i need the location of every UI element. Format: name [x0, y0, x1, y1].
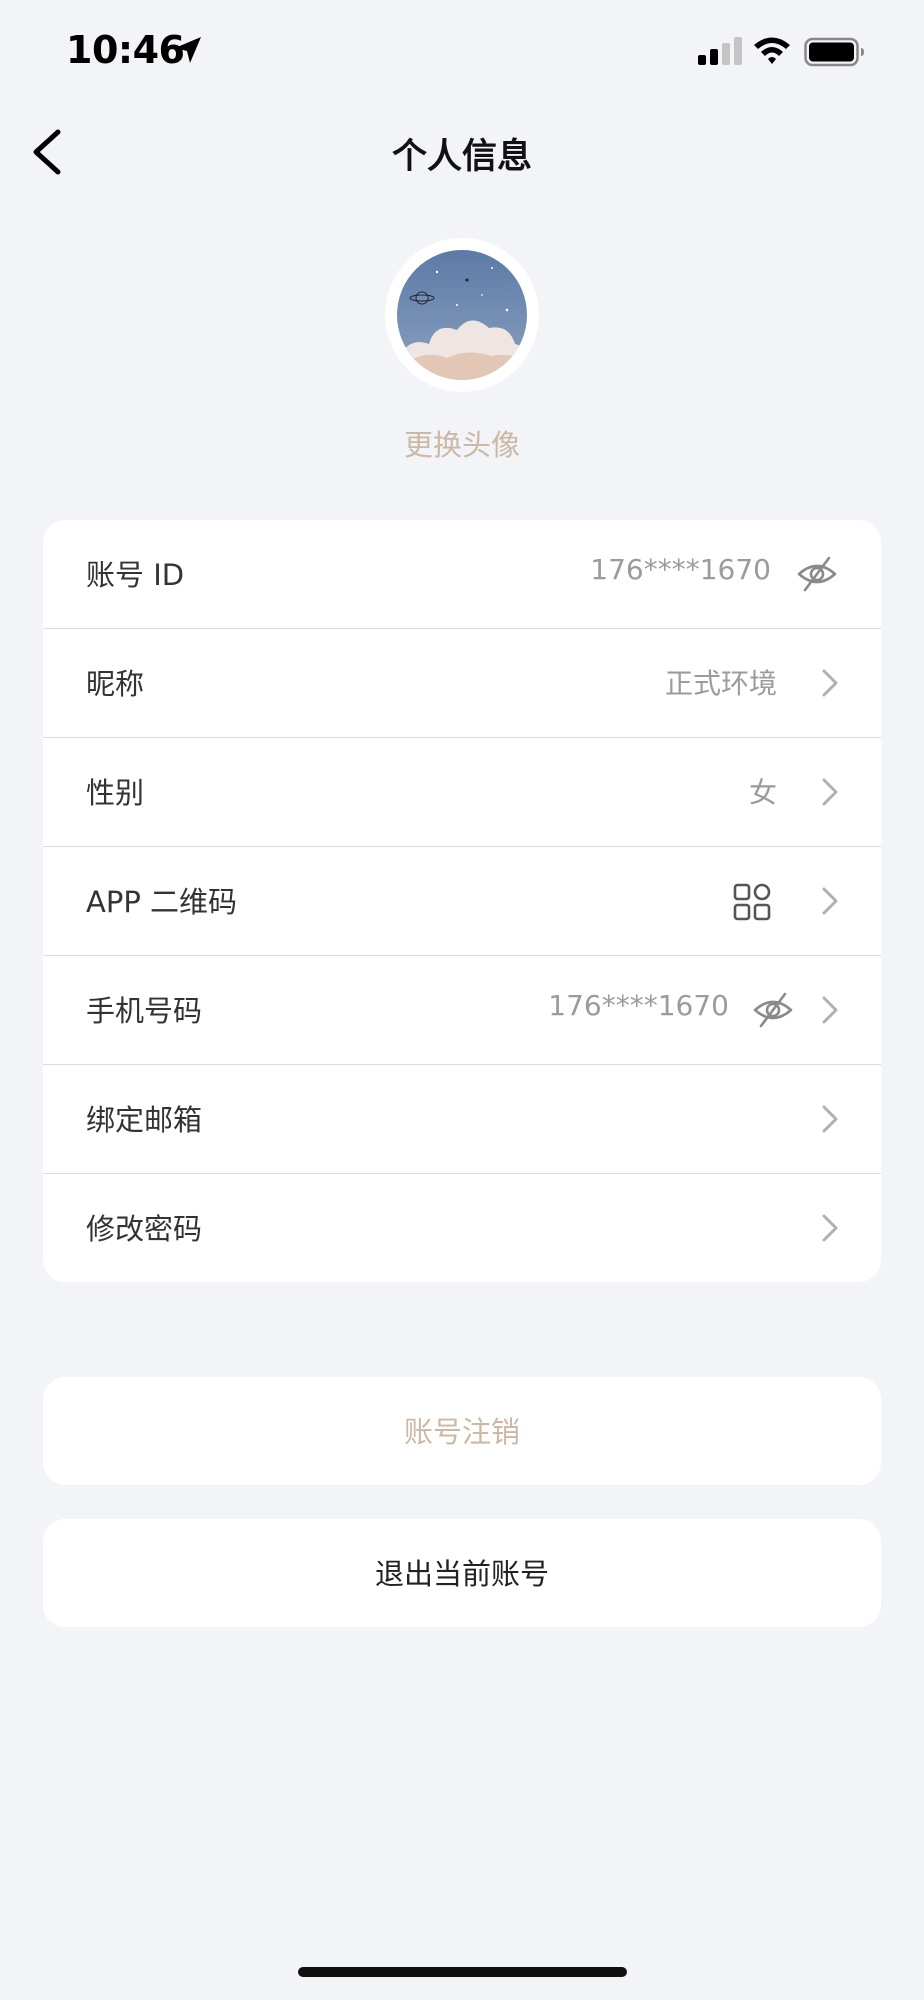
- row-change-password[interactable]: 修改密码: [43, 1174, 881, 1282]
- row-app-qr-code[interactable]: APP 二维码: [43, 847, 881, 956]
- cellular-signal-icon: [698, 37, 742, 65]
- row-bind-email[interactable]: 绑定邮箱: [43, 1065, 881, 1174]
- avatar[interactable]: [385, 238, 539, 392]
- deactivate-account-button[interactable]: 账号注销: [43, 1377, 881, 1485]
- account-id-value: 176****1670: [590, 553, 771, 586]
- profile-info-card: 账号 ID 176****1670 昵称 正式环境 性别 女 APP 二维码 手…: [43, 520, 881, 1282]
- home-indicator: [298, 1967, 627, 1977]
- avatar-image: [397, 250, 527, 380]
- phone-number-value: 176****1670: [548, 989, 729, 1022]
- row-label: 性别: [86, 776, 145, 810]
- location-arrow-icon: [175, 37, 201, 63]
- row-nickname[interactable]: 昵称 正式环境: [43, 629, 881, 738]
- chevron-right-icon: [822, 1214, 838, 1242]
- status-time: 10:46: [66, 28, 185, 72]
- chevron-right-icon: [822, 996, 838, 1024]
- chevron-right-icon: [822, 669, 838, 697]
- chevron-right-icon: [822, 1105, 838, 1133]
- row-account-id[interactable]: 账号 ID 176****1670: [43, 520, 881, 629]
- gender-value: 女: [748, 776, 777, 809]
- row-label: 绑定邮箱: [86, 1103, 203, 1137]
- eye-off-icon[interactable]: [795, 552, 839, 596]
- battery-icon: [804, 37, 864, 67]
- logout-button[interactable]: 退出当前账号: [43, 1519, 881, 1627]
- row-label: 昵称: [86, 667, 145, 701]
- row-phone-number[interactable]: 手机号码 176****1670: [43, 956, 881, 1065]
- row-label: 账号 ID: [86, 558, 185, 592]
- row-label: 手机号码: [86, 994, 203, 1028]
- row-gender[interactable]: 性别 女: [43, 738, 881, 847]
- qr-code-icon: [733, 883, 771, 921]
- deactivate-account-label: 账号注销: [403, 1415, 520, 1449]
- status-bar: 10:46: [0, 0, 924, 104]
- nav-bar: 个人信息: [0, 104, 924, 200]
- logout-label: 退出当前账号: [374, 1557, 549, 1591]
- row-label: APP 二维码: [86, 885, 238, 919]
- eye-off-icon[interactable]: [751, 988, 795, 1032]
- row-label: 修改密码: [86, 1212, 203, 1246]
- change-avatar-link[interactable]: 更换头像: [0, 422, 924, 464]
- nickname-value: 正式环境: [664, 667, 777, 700]
- chevron-right-icon: [822, 887, 838, 915]
- chevron-right-icon: [822, 778, 838, 806]
- page-title: 个人信息: [391, 137, 532, 177]
- wifi-icon: [754, 37, 790, 64]
